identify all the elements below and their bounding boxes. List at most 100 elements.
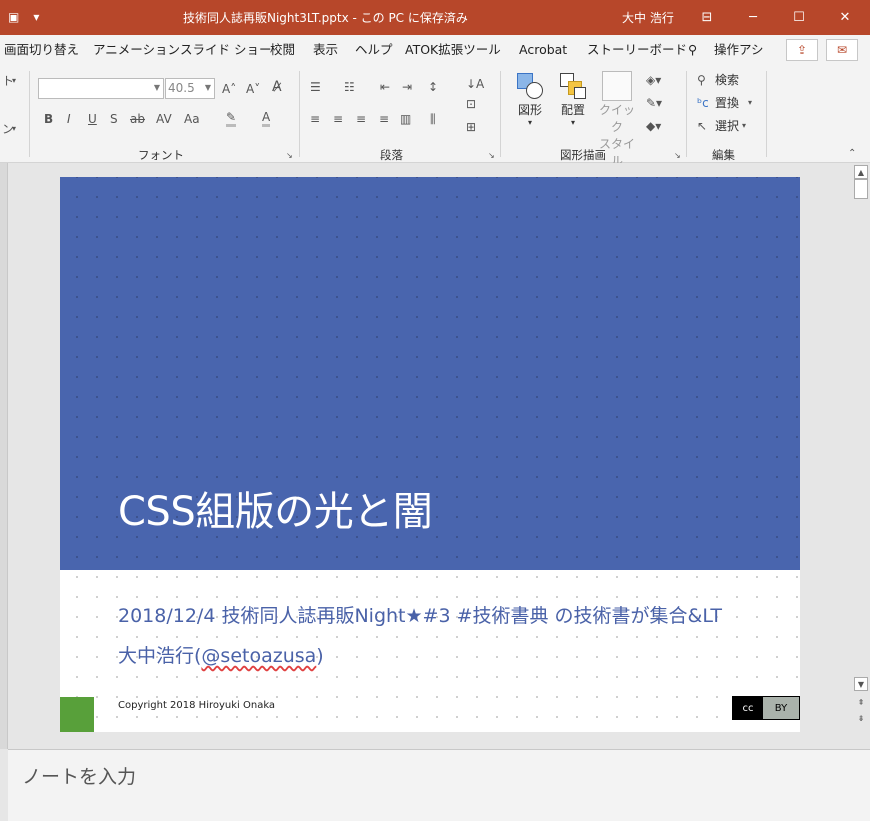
search-icon[interactable]: ⚲	[688, 42, 697, 58]
chevron-down-icon[interactable]: ▾	[742, 119, 746, 133]
align-left-icon[interactable]: ≡	[310, 112, 320, 126]
font-name-field[interactable]: ▼	[38, 78, 164, 99]
strikethrough-icon[interactable]: ab	[130, 112, 145, 126]
ribbon: ト ▾ ン ▾ ▼ 40.5 ▼ A˄ A˅ A̷ B I U S ab AV …	[0, 65, 870, 168]
window-title: 技術同人誌再販Night3LT.pptx - この PC に保存済み	[183, 11, 468, 25]
tab-storyboard[interactable]: ストーリーボード	[587, 42, 687, 58]
shape-fill-icon[interactable]: ◈▾	[646, 73, 661, 87]
notes-pane[interactable]: ノートを入力	[8, 749, 870, 821]
change-case-icon[interactable]: Aa	[184, 112, 200, 126]
align-right-icon[interactable]: ≡	[356, 112, 366, 126]
previous-slide-icon[interactable]: ⇞	[854, 695, 868, 709]
slide-canvas[interactable]: CSS組版の光と闇 2018/12/4 技術同人誌再販Night★#3 #技術書…	[60, 177, 800, 732]
grow-font-icon[interactable]: A˄	[222, 82, 236, 96]
chevron-down-icon[interactable]: ▾	[12, 122, 16, 136]
tab-transitions[interactable]: 画面切り替え	[4, 42, 79, 58]
slide-subtitle-line-2[interactable]: 大中浩行(@setoazusa)	[118, 641, 324, 668]
select-icon[interactable]: ↖	[697, 119, 707, 133]
tab-review[interactable]: 校閲	[270, 42, 295, 58]
chevron-down-icon[interactable]: ▾	[12, 74, 16, 88]
decrease-indent-icon[interactable]: ⇤	[380, 80, 390, 94]
maximize-button[interactable]: ☐	[776, 0, 822, 35]
tab-view[interactable]: 表示	[313, 42, 338, 58]
shapes-button[interactable]: 図形 ▾	[512, 71, 548, 127]
paragraph-group-label: 段落	[380, 148, 403, 162]
collapse-ribbon-icon[interactable]: ⌃	[848, 147, 856, 161]
tab-acrobat[interactable]: Acrobat	[519, 42, 567, 58]
slideshow-start-icon[interactable]: ▣	[8, 9, 19, 25]
minimize-button[interactable]: ─	[730, 0, 776, 35]
chevron-down-icon: ▼	[153, 83, 160, 92]
chevron-down-icon: ▾	[570, 118, 575, 127]
tell-me-search[interactable]: 操作アシ	[714, 42, 764, 58]
customize-toolbar-icon[interactable]: ▾	[33, 9, 39, 25]
shadow-icon[interactable]: S	[110, 112, 118, 126]
line-spacing-icon[interactable]: ↕	[428, 80, 438, 94]
thumbnail-pane-edge[interactable]	[0, 163, 8, 749]
accent-block	[60, 697, 94, 732]
close-button[interactable]: ✕	[822, 0, 868, 35]
chevron-down-icon: ▾	[527, 118, 532, 127]
shape-effects-icon[interactable]: ◆▾	[646, 119, 661, 133]
numbering-icon[interactable]: ☷	[344, 80, 355, 94]
select-label[interactable]: 選択	[715, 119, 739, 133]
smartart-icon[interactable]: ⊞	[466, 120, 476, 134]
font-color-icon[interactable]: A	[262, 110, 271, 127]
columns-icon[interactable]: ⫼	[430, 112, 436, 126]
comments-button[interactable]: ✉	[826, 39, 858, 61]
clear-formatting-icon[interactable]: A̷	[272, 80, 282, 94]
bullets-icon[interactable]: ☰	[310, 80, 321, 94]
dialog-launcher-icon[interactable]: ↘	[674, 149, 681, 163]
find-label[interactable]: 検索	[715, 73, 739, 87]
copyright-text[interactable]: Copyright 2018 Hiroyuki Onaka	[118, 700, 275, 711]
tab-slideshow[interactable]: スライド ショー	[180, 42, 271, 58]
next-slide-icon[interactable]: ⇟	[854, 711, 868, 725]
divider	[766, 71, 767, 157]
chevron-down-icon: ▼	[204, 83, 211, 92]
arrange-label: 配置	[560, 103, 585, 117]
shrink-font-icon[interactable]: A˅	[246, 82, 260, 96]
justify-icon[interactable]: ≡	[379, 112, 389, 126]
divider	[29, 71, 30, 157]
replace-label[interactable]: 置換	[715, 96, 739, 110]
ribbon-tabs: 画面切り替え アニメーション スライド ショー 校閲 表示 ヘルプ ATOK拡張…	[0, 35, 870, 65]
align-center-icon[interactable]: ≡	[333, 112, 343, 126]
slide-subtitle-line-1[interactable]: 2018/12/4 技術同人誌再販Night★#3 #技術書典 の技術書が集合&…	[118, 601, 722, 628]
cc-by-label: BY	[774, 702, 788, 714]
author-handle: @setoazusa	[201, 645, 317, 667]
highlight-icon[interactable]: ✎	[226, 110, 237, 127]
tab-atok[interactable]: ATOK拡張ツール	[405, 42, 501, 58]
scroll-thumb[interactable]	[854, 179, 868, 199]
scroll-up-icon[interactable]: ▲	[854, 165, 868, 179]
font-group-label: フォント	[138, 148, 184, 162]
font-size-field[interactable]: 40.5 ▼	[165, 78, 215, 99]
find-icon[interactable]: ⚲	[697, 73, 706, 87]
align-text-icon[interactable]: ⊡	[466, 97, 476, 111]
underline-icon[interactable]: U	[88, 112, 97, 126]
chevron-down-icon[interactable]: ▾	[748, 96, 752, 110]
shape-outline-icon[interactable]: ✎▾	[646, 96, 662, 110]
cc-logo-icon: cc	[733, 697, 763, 719]
slide-title[interactable]: CSS組版の光と闇	[118, 479, 433, 537]
text-direction-icon[interactable]: ↓A	[466, 77, 484, 91]
cc-by-badge[interactable]: cc BY	[732, 696, 800, 720]
arrange-button[interactable]: 配置 ▾	[555, 71, 591, 127]
tab-animations[interactable]: アニメーション	[93, 42, 180, 58]
distributed-icon[interactable]: ▥	[400, 112, 411, 126]
dialog-launcher-icon[interactable]: ↘	[286, 149, 293, 163]
drawing-group-label: 図形描画	[560, 148, 606, 162]
scroll-down-icon[interactable]: ▼	[854, 677, 868, 691]
user-name[interactable]: 大中 浩行	[622, 10, 674, 26]
dialog-launcher-icon[interactable]: ↘	[488, 149, 495, 163]
tab-help[interactable]: ヘルプ	[355, 42, 393, 58]
italic-icon[interactable]: I	[67, 112, 71, 126]
ribbon-display-options-icon[interactable]: ⊟	[684, 0, 730, 35]
increase-indent-icon[interactable]: ⇥	[402, 80, 412, 94]
vertical-scrollbar[interactable]: ▲ ▼ ⇞ ⇟	[852, 163, 870, 749]
character-spacing-icon[interactable]: AV	[156, 112, 172, 126]
share-button[interactable]: ⇪	[786, 39, 818, 61]
shapes-label: 図形	[517, 103, 542, 117]
bold-icon[interactable]: B	[44, 112, 53, 126]
replace-icon[interactable]: ᵇc	[697, 96, 709, 110]
divider	[299, 71, 300, 157]
